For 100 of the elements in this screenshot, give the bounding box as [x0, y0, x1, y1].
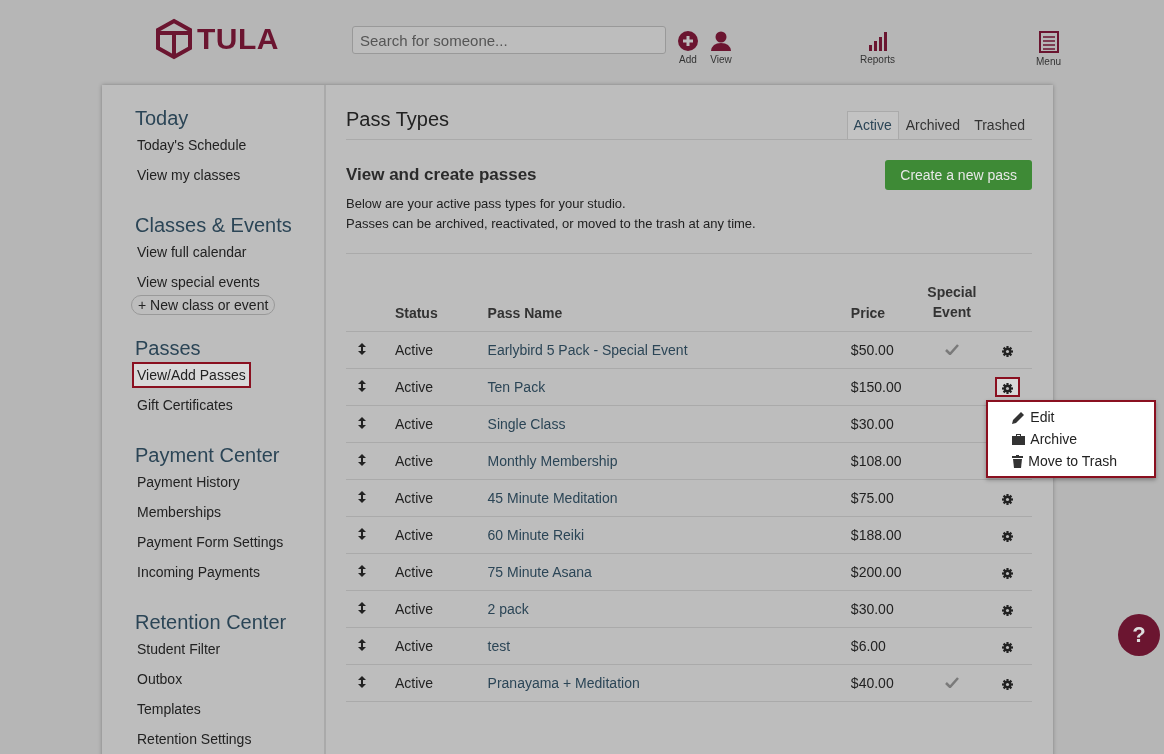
page-title: Pass Types: [346, 108, 450, 131]
status-text: Active: [394, 379, 434, 395]
sidebar-link[interactable]: Gift Certificates: [132, 392, 238, 418]
trash-icon: [1012, 454, 1024, 468]
sidebar-link[interactable]: Retention Settings: [132, 726, 257, 752]
pass-name-link[interactable]: 2 pack: [487, 601, 529, 617]
sidebar-link[interactable]: Payment Form Settings: [132, 529, 289, 555]
pass-name-link[interactable]: Single Class: [487, 416, 566, 432]
settings-icon: [1002, 679, 1014, 690]
drag-handle-icon[interactable]: [358, 676, 366, 688]
status-text: Active: [394, 490, 434, 506]
status-text: Active: [394, 601, 434, 617]
section-title: View and create passes: [346, 165, 537, 185]
person-icon: [710, 31, 732, 51]
check-icon: [944, 344, 959, 355]
sidebar-link[interactable]: Student Filter: [132, 636, 226, 662]
status-text: Active: [394, 416, 434, 432]
menu-item[interactable]: Archive: [988, 428, 1155, 450]
status-text: Active: [394, 675, 434, 691]
pass-name-link[interactable]: Pranayama + Meditation: [487, 675, 640, 691]
settings-icon: [1002, 642, 1014, 653]
price-text: $40.00: [850, 675, 894, 691]
tab[interactable]: Active: [846, 111, 899, 139]
reports-button[interactable]: Reports: [860, 31, 895, 65]
pass-name-link[interactable]: Earlybird 5 Pack - Special Event: [487, 342, 688, 358]
pass-name-link[interactable]: 75 Minute Asana: [487, 564, 592, 580]
view-button[interactable]: View: [710, 31, 732, 65]
sidebar-link[interactable]: Incoming Payments: [132, 559, 265, 585]
menu-item[interactable]: Edit: [988, 406, 1155, 428]
column-header: Pass Name: [487, 282, 851, 332]
status-text: Active: [394, 453, 434, 469]
drag-handle-icon[interactable]: [358, 528, 366, 540]
status-text: Active: [394, 527, 434, 543]
pass-name-link[interactable]: 45 Minute Meditation: [487, 490, 618, 506]
logo-icon: [155, 18, 193, 60]
check-icon: [944, 677, 959, 688]
logo-text: TULA: [197, 22, 279, 56]
sidebar-link[interactable]: Templates: [132, 696, 206, 722]
status-text: Active: [394, 342, 434, 358]
price-text: $50.00: [850, 342, 894, 358]
bar-chart-icon: [867, 31, 888, 51]
create-pass-button[interactable]: Create a new pass: [885, 160, 1032, 190]
drag-handle-icon[interactable]: [358, 380, 366, 392]
sidebar-link[interactable]: View full calendar: [132, 239, 252, 265]
description-text: Passes can be archived, reactivated, or moved to the trash at any time.: [346, 216, 757, 232]
sidebar-link[interactable]: View/Add Passes: [132, 362, 251, 388]
drag-handle-icon[interactable]: [358, 454, 366, 466]
sidebar-link[interactable]: Payment History: [132, 469, 245, 495]
description-text: Below are your active pass types for your studio.: [346, 196, 627, 212]
drag-handle-icon[interactable]: [358, 343, 366, 355]
new-class-button[interactable]: + New class or event: [131, 295, 276, 315]
settings-button[interactable]: [995, 377, 1021, 397]
column-header: Price: [850, 282, 914, 332]
search-field[interactable]: Search for someone...: [352, 26, 666, 54]
price-text: $30.00: [850, 601, 894, 617]
section-heading: Retention Center: [135, 611, 287, 634]
pass-name-link[interactable]: 60 Minute Reiki: [487, 527, 585, 543]
briefcase-icon: [1012, 433, 1026, 445]
price-text: $150.00: [850, 379, 902, 395]
sidebar-link[interactable]: Today's Schedule: [132, 132, 252, 158]
sidebar-link[interactable]: View my classes: [132, 162, 246, 188]
price-text: $108.00: [850, 453, 902, 469]
price-text: $30.00: [850, 416, 894, 432]
menu-button[interactable]: Menu: [1036, 31, 1062, 67]
sidebar-link[interactable]: Outbox: [132, 666, 188, 692]
section-heading: Passes: [135, 337, 201, 360]
sidebar-link[interactable]: View special events: [132, 269, 265, 295]
section-heading: Today: [135, 107, 189, 130]
section-heading: Classes & Events: [135, 214, 292, 237]
section-heading: Payment Center: [135, 444, 280, 467]
column-header: Special Event: [913, 282, 991, 332]
price-text: $6.00: [850, 638, 886, 654]
status-text: Active: [394, 638, 434, 654]
settings-icon: [1002, 568, 1014, 579]
drag-handle-icon[interactable]: [358, 491, 366, 503]
status-text: Active: [394, 564, 434, 580]
column-header: Status: [394, 282, 488, 332]
pass-name-link[interactable]: test: [487, 638, 511, 654]
list-icon: [1038, 31, 1059, 53]
pass-name-link[interactable]: Ten Pack: [487, 379, 546, 395]
add-button[interactable]: Add: [678, 31, 698, 65]
drag-handle-icon[interactable]: [358, 565, 366, 577]
drag-handle-icon[interactable]: [358, 417, 366, 429]
pass-name-link[interactable]: Monthly Membership: [487, 453, 618, 469]
pencil-icon: [1012, 410, 1026, 424]
settings-icon: [1002, 494, 1014, 505]
sidebar-link[interactable]: Memberships: [132, 499, 227, 525]
menu-item[interactable]: Move to Trash: [988, 450, 1155, 472]
help-button[interactable]: ?: [1118, 614, 1160, 656]
drag-handle-icon[interactable]: [358, 602, 366, 614]
tab[interactable]: Trashed: [967, 111, 1032, 139]
price-text: $75.00: [850, 490, 894, 506]
tab[interactable]: Archived: [898, 111, 968, 139]
price-text: $188.00: [850, 527, 902, 543]
settings-icon: [1002, 346, 1014, 357]
plus-icon: [678, 31, 698, 51]
settings-icon: [1002, 531, 1014, 542]
settings-icon: [1002, 383, 1014, 394]
drag-handle-icon[interactable]: [358, 639, 366, 651]
settings-icon: [1002, 605, 1014, 616]
